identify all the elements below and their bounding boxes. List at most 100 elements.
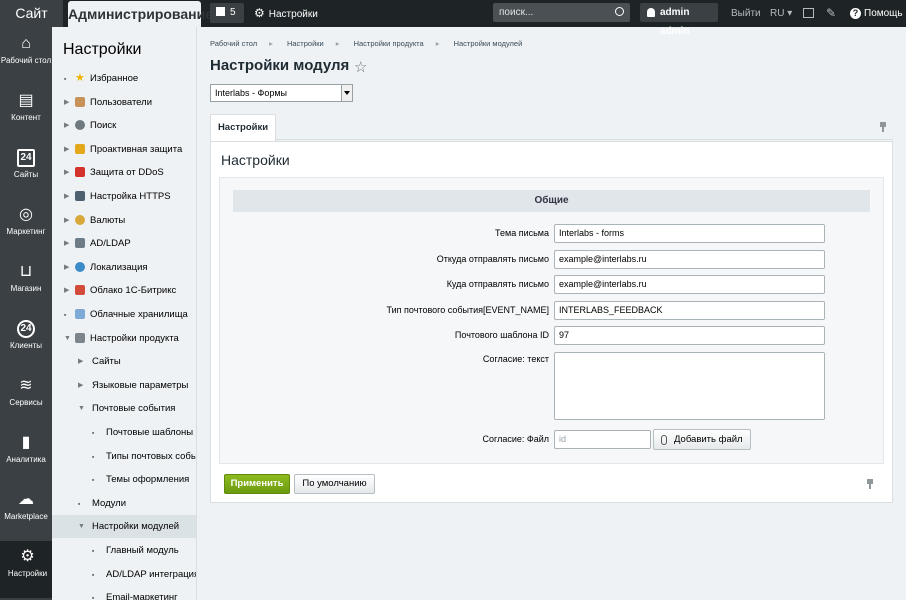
search-placeholder: поиск... bbox=[499, 7, 534, 18]
chevron-down-icon[interactable]: ▼ bbox=[78, 515, 85, 538]
subject-input[interactable]: Interlabs - forms bbox=[554, 224, 825, 243]
sidebar-item[interactable]: ▶ Сайты bbox=[52, 350, 196, 373]
panel-toggle-icon[interactable] bbox=[803, 8, 814, 18]
template-id-input[interactable]: 97 bbox=[554, 326, 825, 345]
breadcrumb-item[interactable]: Рабочий стол bbox=[210, 39, 257, 48]
chevron-down-icon[interactable]: ▼ bbox=[78, 397, 85, 420]
bullet-icon: ■ bbox=[92, 595, 95, 600]
left-nav: ⌂ Рабочий стол ▤ Контент 24 Сайты ◎ Маркетинг ⊔ М… bbox=[0, 27, 52, 600]
sidebar-item[interactable]: ▶ Языковые параметры bbox=[52, 374, 196, 397]
logout-link[interactable]: Выйти bbox=[731, 0, 761, 27]
chevron-right-icon[interactable]: ▶ bbox=[64, 256, 69, 279]
language-label: RU bbox=[770, 8, 785, 19]
sidebar-item[interactable]: ■ Облачные хранилища bbox=[52, 303, 196, 326]
search-icon[interactable] bbox=[615, 7, 624, 16]
chevron-right-icon[interactable]: ▶ bbox=[78, 374, 83, 397]
chevron-right-icon[interactable]: ▶ bbox=[64, 209, 69, 232]
cloud-download-icon: ☁ bbox=[18, 491, 34, 508]
sidebar-item-label: Email-маркетинг bbox=[106, 592, 178, 600]
search-input[interactable]: поиск... bbox=[493, 3, 630, 22]
admin-tab[interactable]: Администрирование bbox=[68, 1, 213, 27]
default-button[interactable]: По умолчанию bbox=[294, 474, 375, 494]
sidebar-item[interactable]: ■ Модули bbox=[52, 492, 196, 515]
sidebar-item[interactable]: ■ Типы почтовых событий bbox=[52, 445, 196, 468]
sidebar-item[interactable]: ■ Email-маркетинг bbox=[52, 586, 196, 600]
notifications-count: 5 bbox=[230, 7, 236, 18]
user-menu[interactable]: admin admin bbox=[640, 3, 718, 37]
sidebar-item[interactable]: ▶ Поиск bbox=[52, 114, 196, 137]
sidebar-item[interactable]: ▶ Настройка HTTPS bbox=[52, 185, 196, 208]
sidebar-item-label: Сайты bbox=[92, 356, 121, 368]
sidebar-item[interactable]: ▶ Валюты bbox=[52, 209, 196, 232]
bullet-icon: ■ bbox=[92, 453, 95, 459]
favorite-star-icon[interactable]: ☆ bbox=[354, 58, 367, 76]
nav-item-3[interactable]: ◎ Маркетинг bbox=[0, 199, 52, 256]
sidebar-item[interactable]: ■ Почтовые шаблоны bbox=[52, 421, 196, 444]
site-tab[interactable]: Сайт bbox=[0, 0, 63, 27]
sidebar-item[interactable]: ▼ Настройки модулей bbox=[52, 515, 196, 539]
sidebar-item[interactable]: ■ Главный модуль bbox=[52, 539, 196, 562]
breadcrumb-item[interactable]: Настройки продукта bbox=[354, 39, 424, 48]
pin-icon[interactable] bbox=[879, 122, 887, 132]
tab-bar: Настройки bbox=[210, 114, 893, 141]
chevron-right-icon[interactable]: ▶ bbox=[64, 161, 69, 184]
nav-item-0[interactable]: ⌂ Рабочий стол bbox=[0, 28, 52, 85]
chevron-right-icon[interactable]: ▶ bbox=[64, 232, 69, 255]
to-input[interactable]: example@interlabs.ru bbox=[554, 275, 825, 294]
settings-panel: Настройки Общие Тема письма Interlabs - … bbox=[210, 141, 893, 503]
pin-icon[interactable]: ✎ bbox=[826, 0, 836, 27]
tab-settings[interactable]: Настройки bbox=[210, 114, 276, 141]
sidebar-item-label: Облако 1С-Битрикс bbox=[90, 285, 177, 297]
sidebar-item[interactable]: ■ AD/LDAP интеграция bbox=[52, 563, 196, 586]
chevron-right-icon[interactable]: ▶ bbox=[64, 91, 69, 114]
consent-text-area[interactable] bbox=[554, 352, 825, 420]
nav-item-8[interactable]: ☁ Marketplace bbox=[0, 484, 52, 541]
language-selector[interactable]: RU ▾ bbox=[770, 0, 792, 27]
nav-item-9[interactable]: ⚙ Настройки bbox=[0, 541, 52, 598]
consent-file-id-input[interactable]: id bbox=[554, 430, 651, 449]
pin-icon[interactable] bbox=[866, 479, 874, 489]
sidebar-title: Настройки bbox=[63, 41, 142, 58]
nav-item-1[interactable]: ▤ Контент bbox=[0, 85, 52, 142]
nav-item-2[interactable]: 24 Сайты bbox=[0, 142, 52, 199]
chevron-down-icon[interactable]: ▼ bbox=[64, 327, 71, 350]
event-name-input[interactable]: INTERLABS_FEEDBACK bbox=[554, 301, 825, 320]
sidebar-item[interactable]: ▶ Проактивная защита bbox=[52, 138, 196, 161]
apply-button[interactable]: Применить bbox=[224, 474, 290, 494]
calendar-24-icon: 24 bbox=[17, 149, 35, 167]
sidebar-item[interactable]: ■ Темы оформления bbox=[52, 468, 196, 491]
chevron-right-icon[interactable]: ▶ bbox=[64, 114, 69, 137]
sidebar-item[interactable]: ▼ Почтовые события bbox=[52, 397, 196, 420]
sidebar-item-label: Главный модуль bbox=[106, 545, 179, 556]
sidebar-item[interactable]: ▶ AD/LDAP bbox=[52, 232, 196, 255]
bullet-icon: ■ bbox=[78, 500, 81, 506]
breadcrumb-item[interactable]: Настройки модулей bbox=[454, 39, 523, 48]
consent-file-label: Согласие: Файл bbox=[482, 434, 549, 444]
breadcrumb-separator: ▸ bbox=[335, 39, 340, 48]
notifications-button[interactable]: 5 bbox=[210, 3, 244, 23]
chevron-right-icon[interactable]: ▶ bbox=[64, 185, 69, 208]
sidebar-item[interactable]: ▶ Пользователи bbox=[52, 91, 196, 114]
chevron-right-icon[interactable]: ▶ bbox=[64, 279, 69, 302]
chevron-right-icon[interactable]: ▶ bbox=[64, 138, 69, 161]
settings-link[interactable]: ⚙ Настройки bbox=[254, 0, 318, 27]
sidebar-item[interactable]: ■ ★ Избранное bbox=[52, 67, 196, 90]
page-title: Настройки модуля bbox=[210, 57, 350, 74]
nav-item-4[interactable]: ⊔ Магазин bbox=[0, 256, 52, 313]
module-select[interactable]: Interlabs - Формы bbox=[210, 84, 353, 102]
breadcrumb-item[interactable]: Настройки bbox=[287, 39, 324, 48]
nav-item-6[interactable]: ≋ Сервисы bbox=[0, 370, 52, 427]
chevron-right-icon[interactable]: ▶ bbox=[78, 350, 83, 373]
sidebar-item[interactable]: ▶ Защита от DDoS bbox=[52, 161, 196, 184]
help-link[interactable]: ? Помощь bbox=[850, 0, 903, 27]
nav-item-7[interactable]: ▮ Аналитика bbox=[0, 427, 52, 484]
add-file-button[interactable]: Добавить файл bbox=[653, 429, 751, 450]
from-input[interactable]: example@interlabs.ru bbox=[554, 250, 825, 269]
sidebar-item[interactable]: ▶ Локализация bbox=[52, 256, 196, 279]
sidebar-item[interactable]: ▶ Облако 1С-Битрикс bbox=[52, 279, 196, 302]
sidebar-item[interactable]: ▼ Настройки продукта bbox=[52, 327, 196, 350]
nav-label: Маркетинг bbox=[6, 227, 46, 236]
user-icon bbox=[647, 8, 655, 17]
chevron-down-icon[interactable] bbox=[341, 85, 352, 101]
nav-item-5[interactable]: 24 Клиенты bbox=[0, 313, 52, 370]
